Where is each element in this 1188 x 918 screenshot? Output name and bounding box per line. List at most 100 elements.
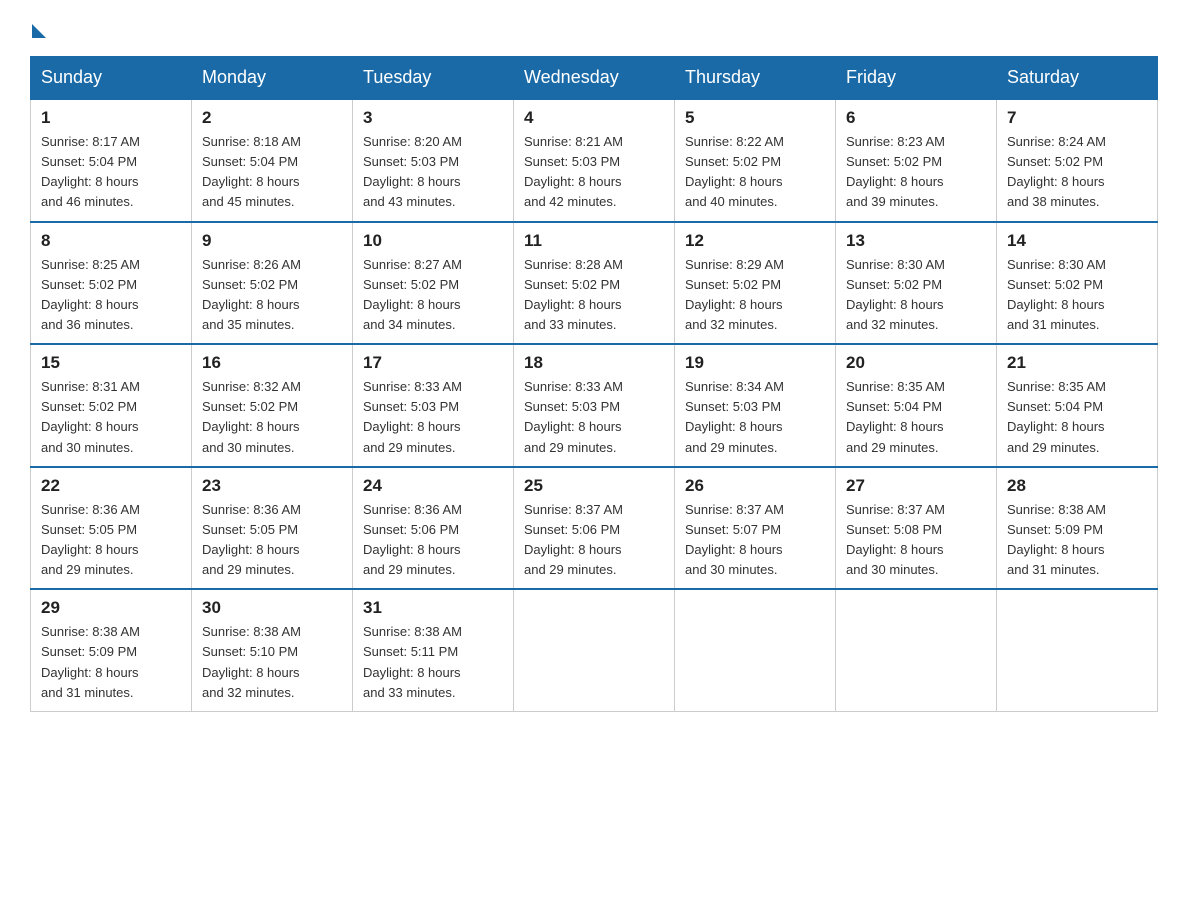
day-info: Sunrise: 8:26 AMSunset: 5:02 PMDaylight:… [202,255,342,336]
day-number: 31 [363,598,503,618]
day-info: Sunrise: 8:35 AMSunset: 5:04 PMDaylight:… [846,377,986,458]
logo [30,20,46,36]
calendar-week-row: 1Sunrise: 8:17 AMSunset: 5:04 PMDaylight… [31,99,1158,222]
day-info: Sunrise: 8:34 AMSunset: 5:03 PMDaylight:… [685,377,825,458]
calendar-day-cell: 11 Sunrise: 8:28 AMSunset: 5:02 PMDayligh… [514,222,675,345]
day-number: 29 [41,598,181,618]
day-info: Sunrise: 8:32 AMSunset: 5:02 PMDaylight:… [202,377,342,458]
day-number: 28 [1007,476,1147,496]
day-info: Sunrise: 8:20 AMSunset: 5:03 PMDaylight:… [363,132,503,213]
calendar-day-cell: 12 Sunrise: 8:29 AMSunset: 5:02 PMDayligh… [675,222,836,345]
day-info: Sunrise: 8:21 AMSunset: 5:03 PMDaylight:… [524,132,664,213]
calendar-day-cell: 17 Sunrise: 8:33 AMSunset: 5:03 PMDayligh… [353,344,514,467]
day-info: Sunrise: 8:37 AMSunset: 5:06 PMDaylight:… [524,500,664,581]
day-info: Sunrise: 8:38 AMSunset: 5:10 PMDaylight:… [202,622,342,703]
calendar-day-cell: 14 Sunrise: 8:30 AMSunset: 5:02 PMDayligh… [997,222,1158,345]
day-info: Sunrise: 8:33 AMSunset: 5:03 PMDaylight:… [524,377,664,458]
day-info: Sunrise: 8:30 AMSunset: 5:02 PMDaylight:… [846,255,986,336]
calendar-day-cell: 28Sunrise: 8:38 AMSunset: 5:09 PMDayligh… [997,467,1158,590]
calendar-day-cell: 31 Sunrise: 8:38 AMSunset: 5:11 PMDayligh… [353,589,514,711]
calendar-day-cell: 10 Sunrise: 8:27 AMSunset: 5:02 PMDayligh… [353,222,514,345]
weekday-header-row: SundayMondayTuesdayWednesdayThursdayFrid… [31,57,1158,100]
calendar-day-cell: 4 Sunrise: 8:21 AMSunset: 5:03 PMDaylight… [514,99,675,222]
calendar-day-cell [514,589,675,711]
day-number: 30 [202,598,342,618]
day-number: 5 [685,108,825,128]
day-number: 24 [363,476,503,496]
weekday-header-friday: Friday [836,57,997,100]
day-number: 20 [846,353,986,373]
day-number: 11 [524,231,664,251]
day-info: Sunrise: 8:37 AMSunset: 5:07 PMDaylight:… [685,500,825,581]
day-number: 19 [685,353,825,373]
day-number: 6 [846,108,986,128]
day-number: 10 [363,231,503,251]
day-number: 27 [846,476,986,496]
page-header [30,20,1158,36]
day-number: 13 [846,231,986,251]
calendar-day-cell: 21Sunrise: 8:35 AMSunset: 5:04 PMDayligh… [997,344,1158,467]
day-info: Sunrise: 8:37 AMSunset: 5:08 PMDaylight:… [846,500,986,581]
calendar-day-cell [997,589,1158,711]
day-number: 3 [363,108,503,128]
day-info: Sunrise: 8:36 AMSunset: 5:05 PMDaylight:… [202,500,342,581]
day-info: Sunrise: 8:24 AMSunset: 5:02 PMDaylight:… [1007,132,1147,213]
day-info: Sunrise: 8:28 AMSunset: 5:02 PMDaylight:… [524,255,664,336]
calendar-day-cell: 13 Sunrise: 8:30 AMSunset: 5:02 PMDayligh… [836,222,997,345]
day-number: 22 [41,476,181,496]
day-number: 15 [41,353,181,373]
calendar-day-cell: 27 Sunrise: 8:37 AMSunset: 5:08 PMDayligh… [836,467,997,590]
day-info: Sunrise: 8:36 AMSunset: 5:06 PMDaylight:… [363,500,503,581]
calendar-day-cell: 26 Sunrise: 8:37 AMSunset: 5:07 PMDayligh… [675,467,836,590]
day-number: 4 [524,108,664,128]
calendar-day-cell: 23 Sunrise: 8:36 AMSunset: 5:05 PMDayligh… [192,467,353,590]
day-info: Sunrise: 8:27 AMSunset: 5:02 PMDaylight:… [363,255,503,336]
day-info: Sunrise: 8:38 AMSunset: 5:11 PMDaylight:… [363,622,503,703]
day-number: 25 [524,476,664,496]
day-info: Sunrise: 8:18 AMSunset: 5:04 PMDaylight:… [202,132,342,213]
day-number: 23 [202,476,342,496]
day-number: 14 [1007,231,1147,251]
calendar-day-cell: 18 Sunrise: 8:33 AMSunset: 5:03 PMDayligh… [514,344,675,467]
weekday-header-wednesday: Wednesday [514,57,675,100]
day-number: 17 [363,353,503,373]
weekday-header-tuesday: Tuesday [353,57,514,100]
day-info: Sunrise: 8:35 AMSunset: 5:04 PMDaylight:… [1007,377,1147,458]
calendar-day-cell: 30 Sunrise: 8:38 AMSunset: 5:10 PMDayligh… [192,589,353,711]
day-number: 16 [202,353,342,373]
calendar-day-cell: 24 Sunrise: 8:36 AMSunset: 5:06 PMDayligh… [353,467,514,590]
calendar-day-cell [836,589,997,711]
day-info: Sunrise: 8:22 AMSunset: 5:02 PMDaylight:… [685,132,825,213]
day-info: Sunrise: 8:38 AMSunset: 5:09 PMDaylight:… [41,622,181,703]
calendar-week-row: 8 Sunrise: 8:25 AMSunset: 5:02 PMDaylight… [31,222,1158,345]
calendar-day-cell: 29 Sunrise: 8:38 AMSunset: 5:09 PMDayligh… [31,589,192,711]
calendar-day-cell: 5 Sunrise: 8:22 AMSunset: 5:02 PMDaylight… [675,99,836,222]
day-number: 9 [202,231,342,251]
calendar-day-cell: 8 Sunrise: 8:25 AMSunset: 5:02 PMDaylight… [31,222,192,345]
weekday-header-saturday: Saturday [997,57,1158,100]
weekday-header-monday: Monday [192,57,353,100]
day-number: 18 [524,353,664,373]
calendar-day-cell: 15 Sunrise: 8:31 AMSunset: 5:02 PMDayligh… [31,344,192,467]
day-info: Sunrise: 8:23 AMSunset: 5:02 PMDaylight:… [846,132,986,213]
day-info: Sunrise: 8:29 AMSunset: 5:02 PMDaylight:… [685,255,825,336]
day-info: Sunrise: 8:25 AMSunset: 5:02 PMDaylight:… [41,255,181,336]
day-number: 12 [685,231,825,251]
day-info: Sunrise: 8:30 AMSunset: 5:02 PMDaylight:… [1007,255,1147,336]
day-number: 26 [685,476,825,496]
day-number: 2 [202,108,342,128]
calendar-day-cell: 3 Sunrise: 8:20 AMSunset: 5:03 PMDaylight… [353,99,514,222]
calendar-day-cell: 2 Sunrise: 8:18 AMSunset: 5:04 PMDaylight… [192,99,353,222]
calendar-day-cell: 1Sunrise: 8:17 AMSunset: 5:04 PMDaylight… [31,99,192,222]
calendar-day-cell: 25 Sunrise: 8:37 AMSunset: 5:06 PMDayligh… [514,467,675,590]
logo-arrow-icon [32,24,46,38]
day-info: Sunrise: 8:36 AMSunset: 5:05 PMDaylight:… [41,500,181,581]
calendar-day-cell [675,589,836,711]
calendar-day-cell: 6 Sunrise: 8:23 AMSunset: 5:02 PMDaylight… [836,99,997,222]
calendar-table: SundayMondayTuesdayWednesdayThursdayFrid… [30,56,1158,712]
day-info: Sunrise: 8:31 AMSunset: 5:02 PMDaylight:… [41,377,181,458]
day-number: 8 [41,231,181,251]
calendar-day-cell: 20 Sunrise: 8:35 AMSunset: 5:04 PMDayligh… [836,344,997,467]
calendar-day-cell: 7Sunrise: 8:24 AMSunset: 5:02 PMDaylight… [997,99,1158,222]
day-info: Sunrise: 8:33 AMSunset: 5:03 PMDaylight:… [363,377,503,458]
